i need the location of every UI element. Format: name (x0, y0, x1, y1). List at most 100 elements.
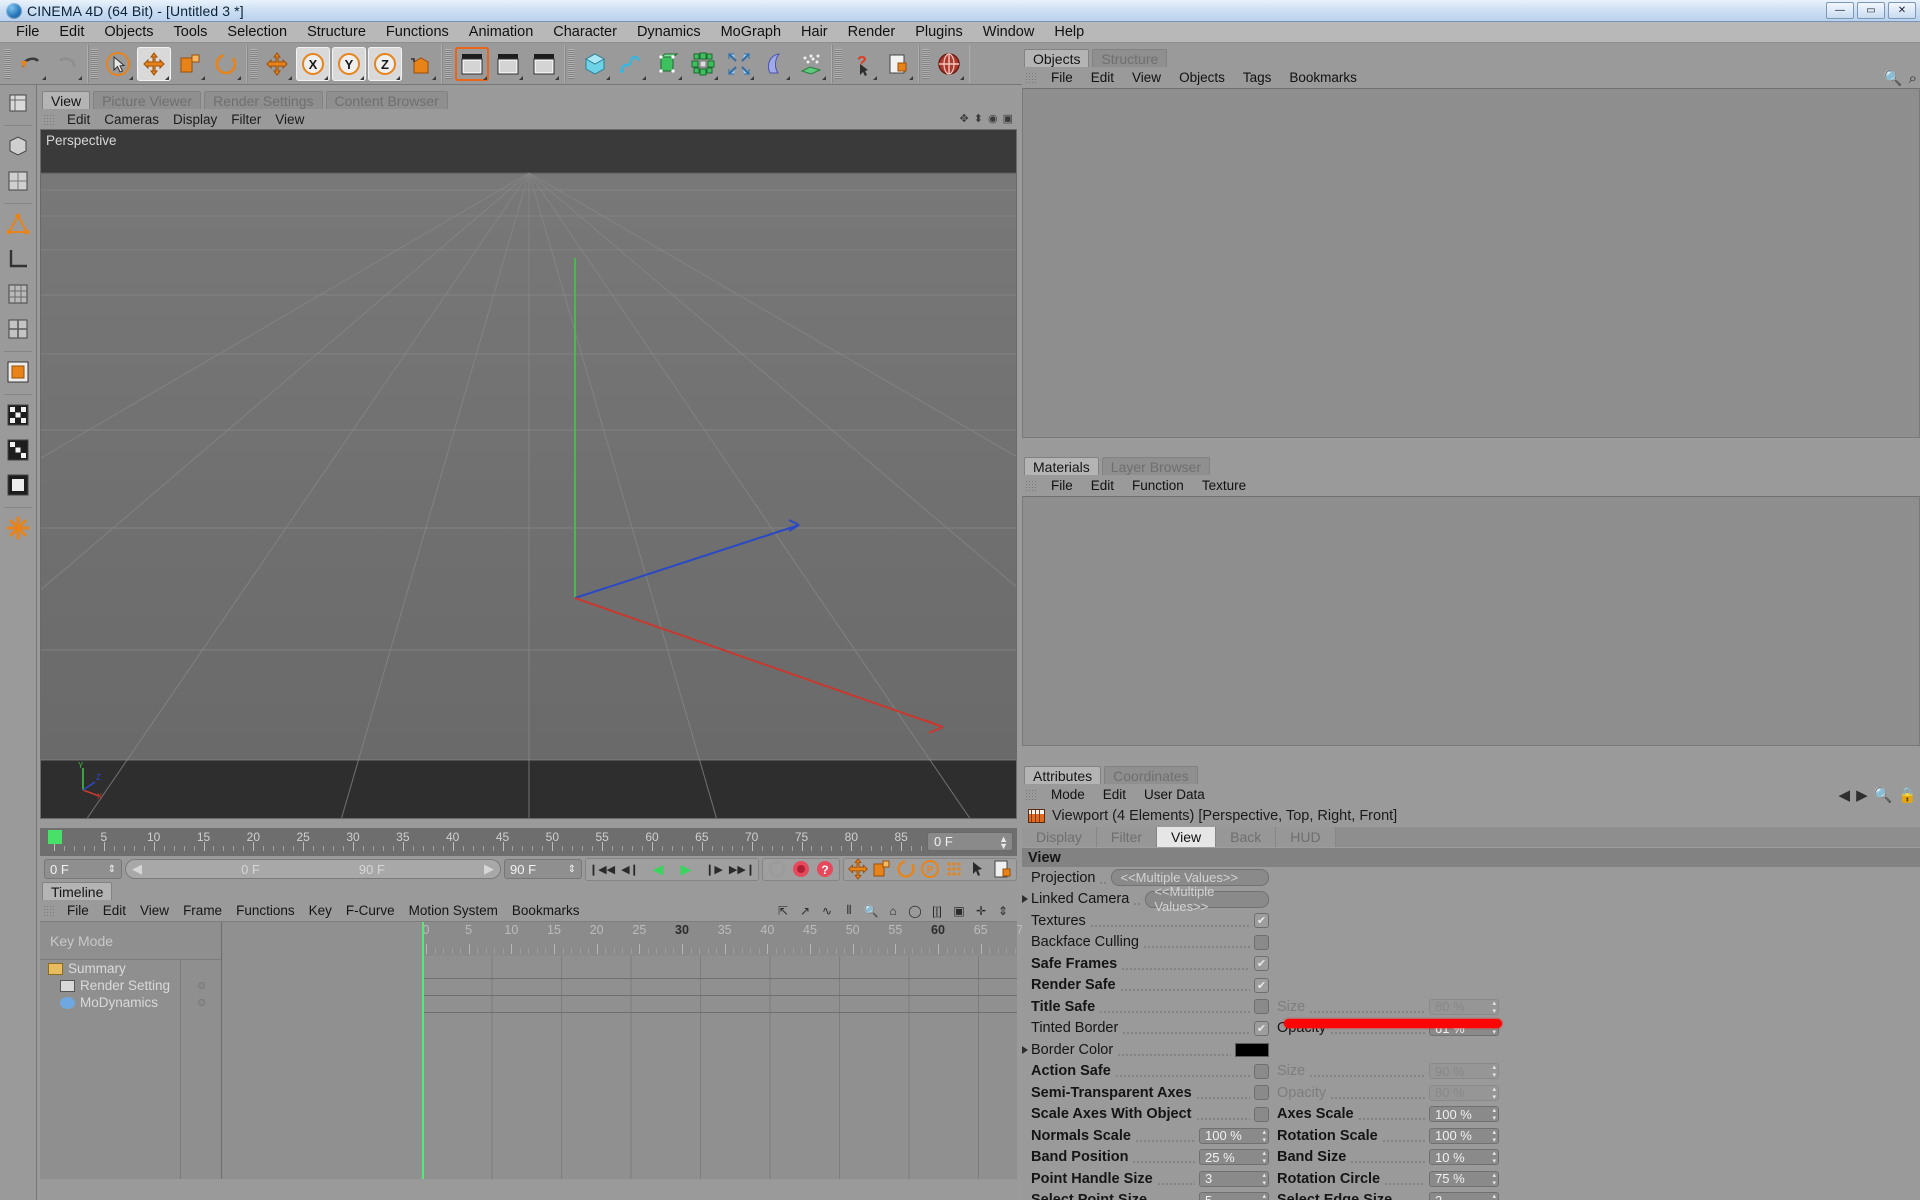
attribute-spinner-icon[interactable]: ▴▾ (1492, 1086, 1496, 1102)
spinner-up-icon[interactable]: ▴ (1492, 1150, 1496, 1158)
start-frame-spinner-icon[interactable]: ⇕ (108, 864, 116, 875)
rotate-tool-icon[interactable] (209, 47, 243, 81)
toolbar-group-grip[interactable] (922, 48, 929, 79)
attribute-tab-display[interactable]: Display (1022, 827, 1097, 847)
timeline-menu-file[interactable]: File (60, 903, 96, 918)
menu-item-dynamics[interactable]: Dynamics (627, 23, 711, 41)
menu-item-window[interactable]: Window (973, 23, 1045, 41)
lock-z-axis-icon[interactable]: Z (368, 46, 402, 81)
viewport-menu-cameras[interactable]: Cameras (97, 112, 166, 127)
perspective-viewport[interactable]: Perspective Y Z X (40, 129, 1017, 819)
attribute-number-field[interactable]: 5 ▴▾ (1199, 1192, 1269, 1200)
end-frame-field[interactable]: 90 F ⇕ (504, 859, 582, 879)
attributes-menu-mode[interactable]: Mode (1042, 787, 1094, 802)
button-dropdown-corner[interactable] (960, 75, 964, 80)
attribute-number-field[interactable]: 25 % ▴ ▾ (1199, 1149, 1269, 1166)
button-dropdown-corner[interactable] (237, 75, 241, 80)
button-dropdown-corner[interactable] (642, 75, 646, 80)
preview-range-left-arrow-icon[interactable]: ◀ (132, 861, 142, 877)
lock-y-axis-icon[interactable]: Y (332, 46, 366, 81)
timeline-track-area[interactable]: 051015202530354045505560657075808590 (223, 922, 1201, 1179)
auto-mode-icon[interactable]: ↗ (795, 901, 815, 920)
minimize-button[interactable]: — (1826, 2, 1854, 19)
attribute-spinner-icon[interactable]: ▴▾ (1492, 1193, 1496, 1200)
viewport-menu-filter[interactable]: Filter (224, 112, 268, 127)
attribute-number-field[interactable]: 100 % ▴ ▾ (1429, 1106, 1499, 1123)
panel-grip-icon[interactable] (1025, 72, 1036, 83)
attribute-combo-field[interactable]: <<Multiple Values>> (1145, 884, 1269, 914)
texture-mode-icon[interactable] (2, 165, 34, 197)
timeline-tab-timeline[interactable]: Timeline (42, 882, 113, 900)
attribute-tab-hud[interactable]: HUD (1276, 827, 1336, 847)
object-axis-mode-icon[interactable] (2, 313, 34, 345)
timeline-key-cell[interactable] (181, 994, 222, 1011)
add-particle-emitter-icon[interactable] (794, 47, 828, 81)
spinner-up-icon[interactable]: ▴ (1492, 1086, 1496, 1094)
menu-item-character[interactable]: Character (543, 23, 627, 41)
toolbar-group-grip[interactable] (568, 48, 575, 79)
render-to-picture-viewer-icon[interactable] (491, 47, 525, 81)
menu-item-animation[interactable]: Animation (459, 23, 543, 41)
expander-arrow-icon[interactable] (1022, 1045, 1028, 1054)
expander-arrow-icon[interactable] (1022, 895, 1028, 904)
world-object-coordinates-icon[interactable] (404, 47, 438, 81)
current-frame-field[interactable]: 0 F ▲ ▼ (927, 832, 1013, 851)
timeline-menu-frame[interactable]: Frame (176, 903, 229, 918)
move-icon[interactable]: ✛ (971, 901, 991, 920)
spinner-up-icon[interactable]: ▴ (1492, 1129, 1496, 1137)
world-axis-icon[interactable] (260, 47, 294, 81)
attribute-number-field[interactable]: 100 % ▴ ▾ (1429, 1127, 1499, 1144)
button-dropdown-corner[interactable] (396, 75, 400, 80)
attribute-checkbox[interactable] (1254, 1106, 1269, 1122)
go-to-start-button[interactable]: ❙◀◀ (588, 859, 616, 880)
back-arrow-icon[interactable]: ◀ (1839, 786, 1851, 804)
objects-menu-tags[interactable]: Tags (1234, 70, 1281, 85)
attribute-checkbox[interactable]: ✔ (1254, 977, 1269, 993)
button-dropdown-corner[interactable] (714, 75, 718, 80)
preview-range-bar[interactable]: ◀ 0 F 90 F ▶ (125, 859, 501, 879)
undo-icon[interactable] (14, 47, 48, 81)
timeline-menu-edit[interactable]: Edit (96, 903, 133, 918)
timeline-menu-f-curve[interactable]: F-Curve (339, 903, 402, 918)
zoom-icon[interactable]: 🔍 (861, 901, 881, 920)
add-cube-object-icon[interactable] (578, 47, 612, 81)
workplane-icon[interactable] (2, 469, 34, 501)
rotate-view-icon[interactable]: ◉ (988, 112, 998, 125)
attribute-spinner-icon[interactable]: ▴▾ (1492, 1000, 1496, 1016)
button-dropdown-corner[interactable] (483, 75, 487, 80)
attribute-checkbox[interactable] (1254, 1085, 1269, 1101)
button-dropdown-corner[interactable] (360, 75, 364, 80)
render-queue-icon[interactable] (2, 512, 34, 544)
model-mode-icon[interactable] (2, 130, 34, 162)
attribute-tab-filter[interactable]: Filter (1096, 827, 1158, 847)
menu-item-selection[interactable]: Selection (217, 23, 297, 41)
live-selection-icon[interactable] (101, 47, 135, 81)
maximize-button[interactable]: ▭ (1857, 2, 1885, 19)
menu-item-objects[interactable]: Objects (94, 23, 163, 41)
attribute-number-field[interactable]: 100 % ▴ ▾ (1199, 1127, 1269, 1144)
current-frame-marker[interactable] (48, 830, 62, 844)
objects-list[interactable] (1022, 88, 1920, 438)
button-dropdown-corner[interactable] (750, 75, 754, 80)
lock-x-axis-icon[interactable]: X (296, 46, 330, 81)
button-dropdown-corner[interactable] (42, 75, 46, 80)
attribute-tab-view[interactable]: View (1157, 827, 1217, 847)
spinner-up-icon[interactable]: ▴ (1262, 1172, 1266, 1180)
forward-arrow-icon[interactable]: ▶ (1856, 786, 1868, 804)
objects-menu-file[interactable]: File (1042, 70, 1082, 85)
home-icon[interactable]: ⌂ (883, 901, 903, 920)
toolbar-group-grip[interactable] (91, 48, 98, 79)
attribute-number-field[interactable]: 10 % ▴ ▾ (1429, 1149, 1499, 1166)
scale-tool-icon[interactable] (173, 47, 207, 81)
timeline-key-dot[interactable] (198, 982, 205, 989)
render-settings-icon[interactable] (527, 47, 561, 81)
panel-grip-icon[interactable] (43, 113, 54, 125)
spinner-down-icon[interactable]: ▾ (1492, 1072, 1496, 1080)
viewport-tab-content-browser[interactable]: Content Browser (325, 91, 448, 109)
timeline-key-cell[interactable] (181, 960, 222, 977)
spinner-down-icon[interactable]: ▾ (1492, 1180, 1496, 1188)
objects-tab-objects[interactable]: Objects (1024, 49, 1090, 67)
menu-item-file[interactable]: File (6, 23, 49, 41)
objects-menu-edit[interactable]: Edit (1082, 70, 1123, 85)
timeline-menu-motion-system[interactable]: Motion System (402, 903, 505, 918)
